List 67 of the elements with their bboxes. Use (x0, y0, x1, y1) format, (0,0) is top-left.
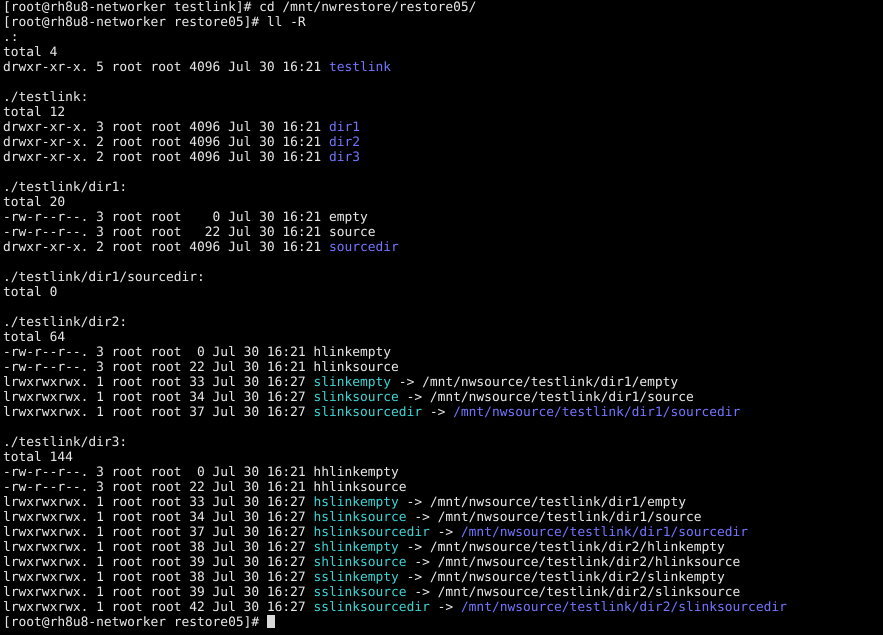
terminal-text: lrwxrwxrwx. 1 root root 38 Jul 30 16:27 (3, 570, 307, 585)
terminal-text: -> /mnt/nwsource/testlink/dir2/slinkempty (406, 570, 725, 585)
shell-prompt: [root@rh8u8-networker restore05]# (3, 615, 260, 630)
terminal-text: [root@rh8u8-networker restore05]# ll -R (3, 15, 306, 30)
terminal-text: ./testlink/dir3: (3, 435, 128, 450)
directory-name: /mnt/nwsource/testlink/dir1/sourcedir (460, 525, 748, 540)
symlink-name: sslinksourcedir (313, 600, 430, 615)
terminal-text: -> /mnt/nwsource/testlink/dir2/hlinkempty (406, 540, 725, 555)
terminal-text: -rw-r--r--. 3 root root 0 Jul 30 16:21 hhlinkempty (3, 465, 399, 480)
directory-name: dir1 (328, 120, 360, 135)
terminal-text: -> /mnt/nwsource/testlink/dir2/hlinksource (413, 555, 740, 570)
symlink-name: slinksource (313, 390, 399, 405)
symlink-name: shlinksource (313, 555, 407, 570)
directory-name: /mnt/nwsource/testlink/dir1/sourcedir (453, 405, 740, 420)
symlink-name: sslinksource (313, 585, 407, 600)
terminal-text: drwxr-xr-x. 5 root root 4096 Jul 30 16:21 (3, 60, 322, 75)
symlink-name: slinkempty (313, 375, 392, 390)
directory-name: sourcedir (328, 240, 399, 255)
terminal-text: total 0 (3, 285, 58, 300)
symlink-name: sslinkempty (313, 570, 399, 585)
directory-name: testlink (328, 60, 392, 75)
terminal-text: lrwxrwxrwx. 1 root root 34 Jul 30 16:27 (3, 510, 307, 525)
symlink-name: shlinkempty (313, 540, 399, 555)
terminal-text: -rw-r--r--. 3 root root 0 Jul 30 16:21 empty (3, 210, 368, 225)
terminal-text: drwxr-xr-x. 2 root root 4096 Jul 30 16:21 (3, 135, 322, 150)
terminal-text: lrwxrwxrwx. 1 root root 37 Jul 30 16:27 (3, 525, 307, 540)
terminal-text: lrwxrwxrwx. 1 root root 42 Jul 30 16:27 (3, 600, 307, 615)
terminal-text: -rw-r--r--. 3 root root 22 Jul 30 16:21 source (3, 225, 376, 240)
terminal-text: -> (436, 600, 454, 615)
terminal-text: lrwxrwxrwx. 1 root root 37 Jul 30 16:27 (3, 405, 307, 420)
terminal-text: total 20 (3, 195, 66, 210)
symlink-name: hslinkempty (313, 495, 399, 510)
terminal-text: drwxr-xr-x. 2 root root 4096 Jul 30 16:21 (3, 240, 322, 255)
terminal-text: lrwxrwxrwx. 1 root root 39 Jul 30 16:27 (3, 585, 307, 600)
terminal-text: lrwxrwxrwx. 1 root root 33 Jul 30 16:27 (3, 495, 307, 510)
symlink-name: hslinksource (313, 510, 407, 525)
terminal-text: total 4 (3, 45, 58, 60)
terminal-text: ./testlink/dir2: (3, 315, 128, 330)
terminal-text: -> /mnt/nwsource/testlink/dir2/slinksource (413, 585, 740, 600)
terminal-text: lrwxrwxrwx. 1 root root 34 Jul 30 16:27 (3, 390, 307, 405)
terminal-text: -rw-r--r--. 3 root root 0 Jul 30 16:21 hlinkempty (3, 345, 392, 360)
terminal-text: -> /mnt/nwsource/testlink/dir1/empty (406, 495, 686, 510)
directory-name: /mnt/nwsource/testlink/dir2/slinksourcedir (460, 600, 787, 615)
terminal-text: lrwxrwxrwx. 1 root root 38 Jul 30 16:27 (3, 540, 307, 555)
terminal-text: ./testlink: (3, 90, 88, 105)
terminal-text: total 144 (3, 450, 73, 465)
directory-name: dir2 (328, 135, 360, 150)
terminal-text: -rw-r--r--. 3 root root 22 Jul 30 16:21 hhlinksource (3, 480, 407, 495)
terminal-text: -> /mnt/nwsource/testlink/dir1/empty (398, 375, 678, 390)
terminal-text: total 64 (3, 330, 66, 345)
terminal-text: [root@rh8u8-networker testlink]# cd /mnt/nwrestore/restore05/ (3, 0, 476, 15)
terminal-text: -rw-r--r--. 3 root root 22 Jul 30 16:21 hlinksource (3, 360, 399, 375)
terminal-text: -> (428, 405, 446, 420)
terminal-text: ./testlink/dir1: (3, 180, 128, 195)
terminal-text: drwxr-xr-x. 3 root root 4096 Jul 30 16:21 (3, 120, 322, 135)
terminal-text: total 12 (3, 105, 66, 120)
symlink-name: slinksourcedir (313, 405, 422, 420)
directory-name: dir3 (328, 150, 360, 165)
terminal-text: ./testlink/dir1/sourcedir: (3, 270, 205, 285)
symlink-name: hslinksourcedir (313, 525, 430, 540)
terminal-text: lrwxrwxrwx. 1 root root 39 Jul 30 16:27 (3, 555, 307, 570)
terminal-text: -> /mnt/nwsource/testlink/dir1/source (413, 510, 702, 525)
terminal-text: drwxr-xr-x. 2 root root 4096 Jul 30 16:21 (3, 150, 322, 165)
terminal-text: .: (3, 30, 19, 45)
terminal-text: -> (436, 525, 454, 540)
terminal-text: lrwxrwxrwx. 1 root root 33 Jul 30 16:27 (3, 375, 307, 390)
terminal-text: -> /mnt/nwsource/testlink/dir1/source (406, 390, 694, 405)
